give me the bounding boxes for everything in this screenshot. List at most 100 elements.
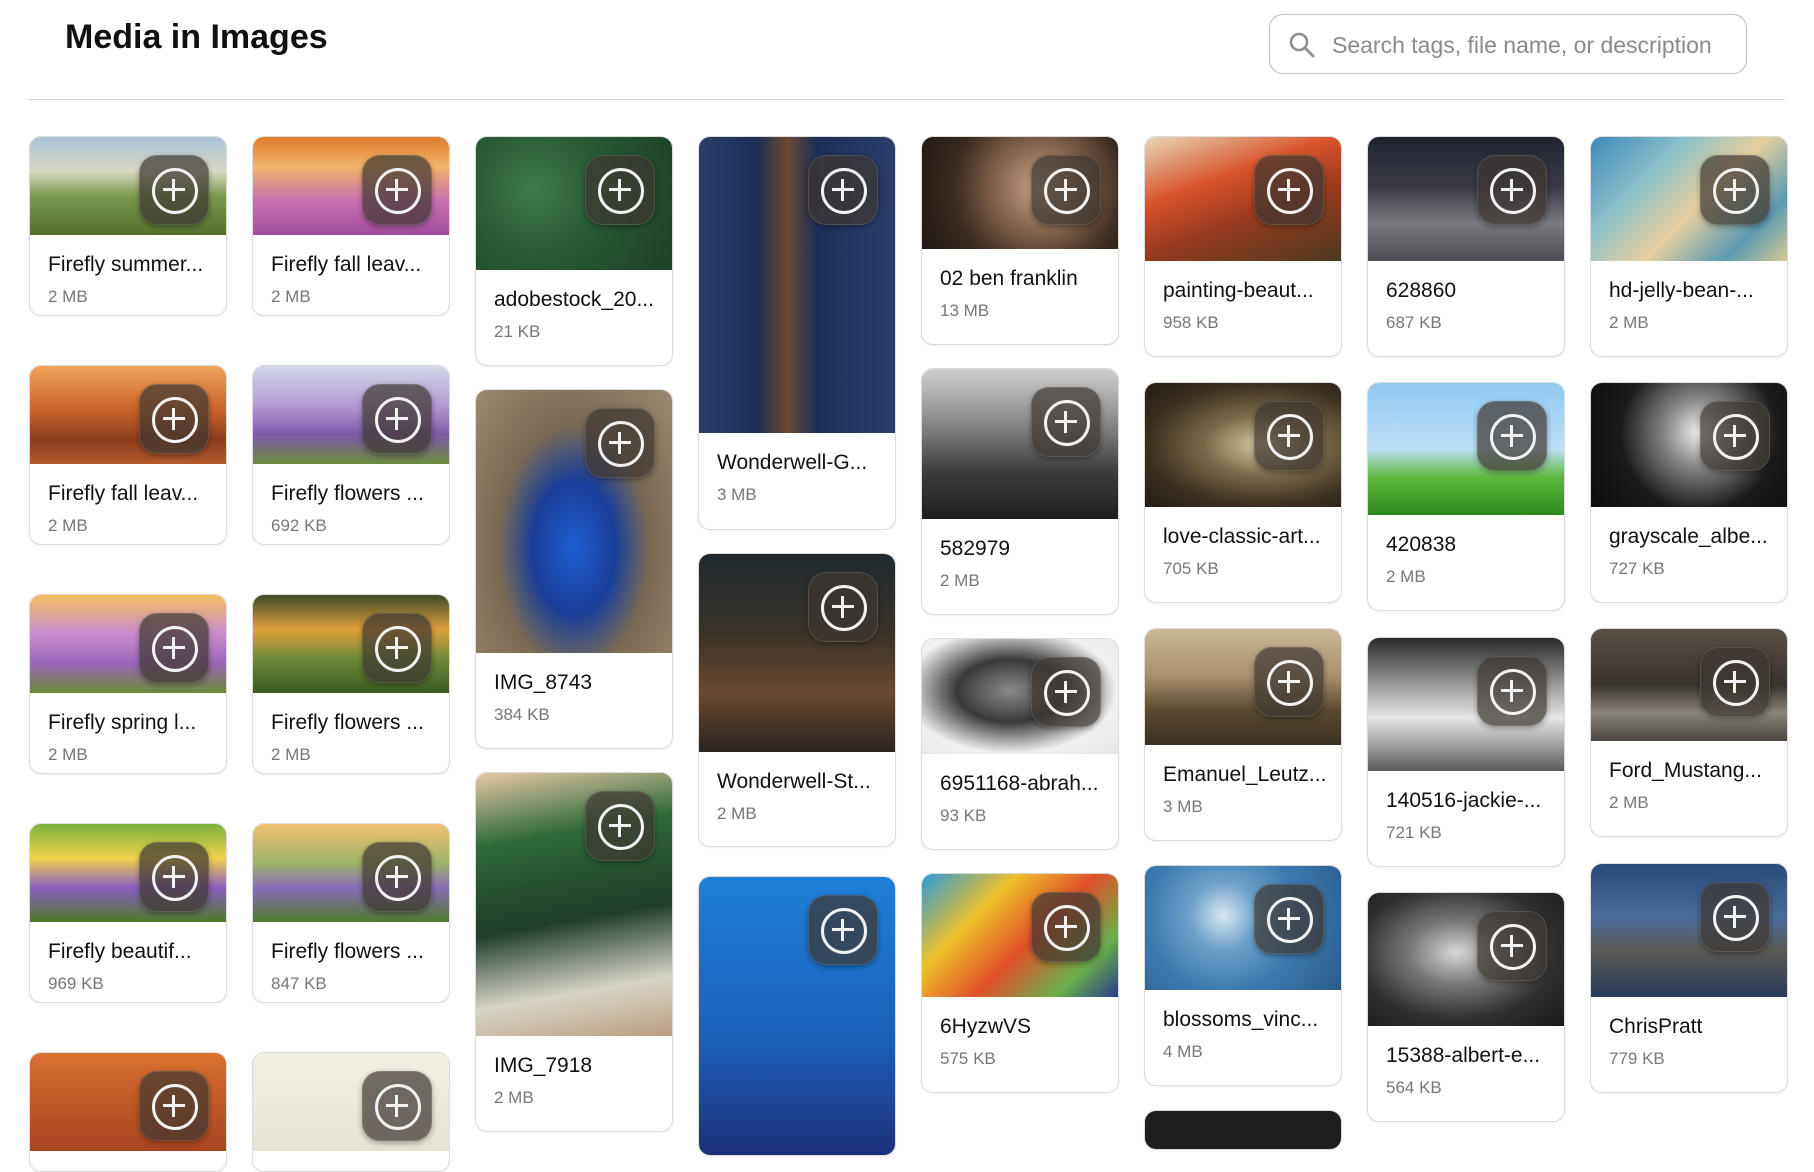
media-card[interactable]: painting-beaut... 958 KB <box>1144 136 1342 357</box>
add-button[interactable] <box>362 842 432 912</box>
add-button[interactable] <box>1700 647 1770 717</box>
plus-icon-bar <box>1287 671 1290 693</box>
media-card[interactable]: IMG_8743 384 KB <box>475 389 673 749</box>
add-button[interactable] <box>808 895 878 965</box>
plus-icon-bar <box>1287 908 1290 930</box>
add-button[interactable] <box>1700 401 1770 471</box>
media-card[interactable]: Firefly flowers ... 692 KB <box>252 365 450 545</box>
media-card[interactable]: 6HyzwVS 575 KB <box>921 873 1119 1093</box>
media-card[interactable]: 6951168-abrah... 93 KB <box>921 638 1119 850</box>
media-card[interactable]: IMG_7918 2 MB <box>475 772 673 1132</box>
add-button[interactable] <box>1031 657 1101 727</box>
media-card[interactable]: Ford_Mustang... 2 MB <box>1590 628 1788 837</box>
media-card[interactable]: 140516-jackie-... 721 KB <box>1367 637 1565 867</box>
add-button[interactable] <box>139 613 209 683</box>
media-name: Firefly summer... <box>48 253 204 276</box>
add-button[interactable] <box>585 155 655 225</box>
media-grid: Firefly summer... 2 MB Firefly fall leav… <box>29 136 1789 1172</box>
media-name: Firefly fall leav... <box>271 253 422 276</box>
plus-circle-icon <box>821 168 867 214</box>
add-button[interactable] <box>139 384 209 454</box>
add-button[interactable] <box>1254 884 1324 954</box>
media-card[interactable]: grayscale_albe... 727 KB <box>1590 382 1788 603</box>
plus-circle-icon <box>598 421 644 467</box>
add-button[interactable] <box>1254 401 1324 471</box>
add-button[interactable] <box>1700 155 1770 225</box>
add-button[interactable] <box>808 572 878 642</box>
media-card[interactable]: ChrisPratt 779 KB <box>1590 863 1788 1093</box>
search-input[interactable] <box>1330 15 1734 75</box>
media-card[interactable]: Firefly flowers ... 2 MB <box>252 594 450 774</box>
media-card[interactable]: Emanuel_Leutz... 3 MB <box>1144 628 1342 841</box>
media-size: 2 MB <box>940 571 980 590</box>
media-card[interactable]: Firefly beautif... 969 KB <box>29 823 227 1003</box>
media-card[interactable] <box>698 876 896 1156</box>
add-button[interactable] <box>585 791 655 861</box>
header-divider <box>29 99 1785 100</box>
add-button[interactable] <box>362 613 432 683</box>
plus-icon-bar <box>395 1095 398 1117</box>
media-card[interactable] <box>252 1052 450 1172</box>
media-size: 21 KB <box>494 322 541 341</box>
media-name: Emanuel_Leutz... <box>1163 763 1327 786</box>
media-card[interactable]: 15388-albert-e... 564 KB <box>1367 892 1565 1122</box>
add-button[interactable] <box>585 408 655 478</box>
add-button[interactable] <box>1700 882 1770 952</box>
add-button[interactable] <box>1254 155 1324 225</box>
media-card[interactable]: love-classic-art... 705 KB <box>1144 382 1342 603</box>
plus-circle-icon <box>1490 924 1536 970</box>
add-button[interactable] <box>1031 155 1101 225</box>
plus-icon-bar <box>172 637 175 659</box>
media-card[interactable]: Wonderwell-St... 2 MB <box>698 553 896 847</box>
plus-icon-bar <box>1510 680 1513 702</box>
media-card[interactable]: adobestock_20... 21 KB <box>475 136 673 366</box>
media-card[interactable]: 628860 687 KB <box>1367 136 1565 357</box>
add-button[interactable] <box>362 1071 432 1141</box>
add-button[interactable] <box>139 155 209 225</box>
add-button[interactable] <box>362 155 432 225</box>
media-card[interactable]: Firefly spring l... 2 MB <box>29 594 227 774</box>
media-card[interactable]: 02 ben franklin 13 MB <box>921 136 1119 345</box>
media-name: ChrisPratt <box>1609 1015 1703 1038</box>
add-button[interactable] <box>139 842 209 912</box>
media-card[interactable]: 420838 2 MB <box>1367 382 1565 611</box>
media-name: Firefly flowers ... <box>271 711 424 734</box>
add-button[interactable] <box>1477 911 1547 981</box>
add-button[interactable] <box>1031 387 1101 457</box>
media-card[interactable]: Firefly fall leav... 2 MB <box>252 136 450 316</box>
media-card[interactable]: blossoms_vinc... 4 MB <box>1144 865 1342 1086</box>
media-name: hd-jelly-bean-... <box>1609 279 1754 302</box>
media-card[interactable]: Firefly fall leav... 2 MB <box>29 365 227 545</box>
media-size: 969 KB <box>48 974 104 993</box>
media-size: 2 MB <box>48 745 88 764</box>
add-button[interactable] <box>1477 155 1547 225</box>
add-button[interactable] <box>1031 892 1101 962</box>
media-card[interactable]: Firefly summer... 2 MB <box>29 136 227 316</box>
media-card[interactable]: Wonderwell-G... 3 MB <box>698 136 896 530</box>
media-name: Firefly beautif... <box>48 940 192 963</box>
add-button[interactable] <box>362 384 432 454</box>
plus-icon-bar <box>1287 425 1290 447</box>
add-button[interactable] <box>1477 401 1547 471</box>
media-size: 3 MB <box>717 485 757 504</box>
plus-circle-icon <box>821 585 867 631</box>
media-card[interactable]: hd-jelly-bean-... 2 MB <box>1590 136 1788 357</box>
media-name: adobestock_20... <box>494 288 654 311</box>
media-card[interactable] <box>1144 1110 1342 1150</box>
plus-icon-bar <box>1064 916 1067 938</box>
add-button[interactable] <box>808 155 878 225</box>
media-card[interactable] <box>29 1052 227 1172</box>
add-button[interactable] <box>1477 656 1547 726</box>
plus-circle-icon <box>375 626 421 672</box>
plus-icon-bar <box>1064 681 1067 703</box>
search-box[interactable] <box>1269 14 1747 75</box>
media-card[interactable]: 582979 2 MB <box>921 368 1119 615</box>
plus-circle-icon <box>598 168 644 214</box>
add-button[interactable] <box>1254 647 1324 717</box>
media-size: 721 KB <box>1386 823 1442 842</box>
plus-icon-bar <box>618 179 621 201</box>
plus-icon-bar <box>841 179 844 201</box>
media-card[interactable]: Firefly flowers ... 847 KB <box>252 823 450 1003</box>
page-title: Media in Images <box>65 18 328 56</box>
add-button[interactable] <box>139 1071 209 1141</box>
